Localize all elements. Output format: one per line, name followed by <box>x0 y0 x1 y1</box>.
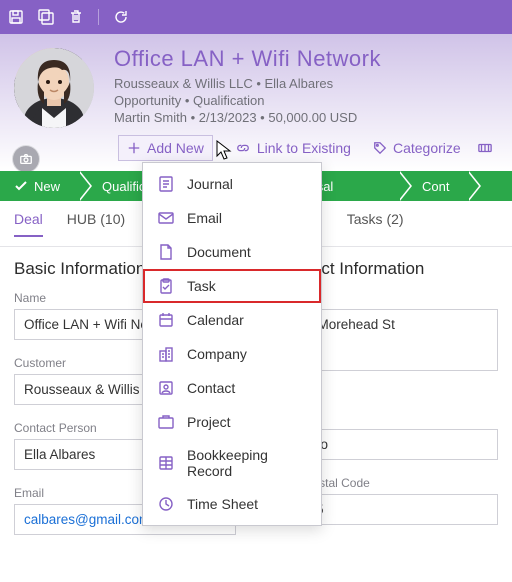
menu-label: Journal <box>187 176 233 192</box>
tab-label: Deal <box>14 211 43 227</box>
menu-label: Calendar <box>187 312 244 328</box>
link-existing-label: Link to Existing <box>257 140 351 156</box>
menu-item-email[interactable]: Email <box>143 201 321 235</box>
categorize-button[interactable]: Categorize <box>373 135 461 161</box>
tab-hub[interactable]: HUB (10) <box>67 211 125 236</box>
record-meta-2: Martin Smith • 2/13/2023 • 50,000.00 USD <box>114 110 498 125</box>
tab-tasks[interactable]: Tasks (2) <box>347 211 404 236</box>
separator <box>98 9 99 25</box>
menu-label: Project <box>187 414 231 430</box>
menu-item-document[interactable]: Document <box>143 235 321 269</box>
tab-label: HUB (10) <box>67 211 125 227</box>
record-title: Office LAN + Wifi Network <box>114 46 498 72</box>
change-photo-button[interactable] <box>12 145 40 173</box>
menu-item-task[interactable]: Task <box>143 269 321 303</box>
menu-item-company[interactable]: Company <box>143 337 321 371</box>
add-new-button[interactable]: Add New <box>118 135 213 161</box>
add-new-menu: Journal Email Document Task Calendar Com… <box>142 162 322 526</box>
stage-label: New <box>34 179 60 194</box>
menu-item-calendar[interactable]: Calendar <box>143 303 321 337</box>
record-header: Office LAN + Wifi Network Rousseaux & Wi… <box>0 34 512 171</box>
categorize-label: Categorize <box>393 140 461 156</box>
stage-new[interactable]: New <box>0 171 78 201</box>
delete-icon[interactable] <box>68 9 84 25</box>
window-toolbar <box>0 0 512 34</box>
menu-label: Document <box>187 244 251 260</box>
add-new-label: Add New <box>147 140 204 156</box>
menu-label: Bookkeeping Record <box>187 447 307 479</box>
menu-item-project[interactable]: Project <box>143 405 321 439</box>
stage-label: Cont <box>422 179 449 194</box>
refresh-icon[interactable] <box>113 9 129 25</box>
save-all-icon[interactable] <box>38 9 54 25</box>
more-actions-button[interactable] <box>477 135 493 161</box>
tab-label: Tasks (2) <box>347 211 404 227</box>
record-meta-1: Opportunity • Qualification <box>114 93 498 108</box>
menu-item-timesheet[interactable]: Time Sheet <box>143 487 321 521</box>
cursor-icon <box>216 140 234 162</box>
avatar-container <box>14 48 100 171</box>
menu-label: Task <box>187 278 216 294</box>
menu-item-bookkeeping[interactable]: Bookkeeping Record <box>143 439 321 487</box>
menu-item-contact[interactable]: Contact <box>143 371 321 405</box>
menu-label: Company <box>187 346 247 362</box>
menu-label: Time Sheet <box>187 496 258 512</box>
menu-label: Email <box>187 210 222 226</box>
link-existing-button[interactable]: Link to Existing <box>235 135 351 161</box>
avatar[interactable] <box>14 48 94 128</box>
menu-item-journal[interactable]: Journal <box>143 167 321 201</box>
tab-deal[interactable]: Deal <box>14 211 43 237</box>
check-icon <box>14 179 28 193</box>
record-subtitle: Rousseaux & Willis LLC • Ella Albares <box>114 76 498 91</box>
save-icon[interactable] <box>8 9 24 25</box>
header-text: Office LAN + Wifi Network Rousseaux & Wi… <box>100 48 498 171</box>
menu-label: Contact <box>187 380 235 396</box>
